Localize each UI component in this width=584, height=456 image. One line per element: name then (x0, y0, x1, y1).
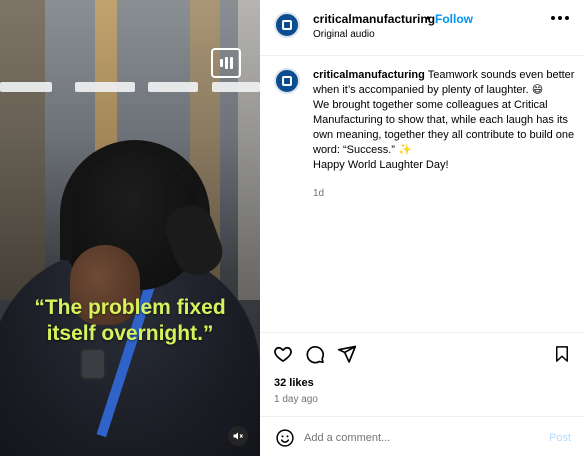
background-pillar (238, 0, 260, 300)
brand-logo-icon (282, 20, 292, 30)
follow-button[interactable]: Follow (435, 12, 473, 26)
ceiling-light (75, 82, 135, 92)
wrist-watch (80, 348, 106, 380)
comment-button[interactable] (303, 342, 327, 366)
caption-line: “The problem fixed (34, 296, 226, 319)
post-header: criticalmanufacturing • Follow Original … (260, 0, 584, 56)
caption-username[interactable]: criticalmanufacturing (313, 69, 425, 81)
background-pillar (0, 0, 45, 300)
heart-icon (274, 346, 292, 362)
avatar[interactable] (274, 68, 300, 94)
reel-video[interactable]: “The problem fixed itself overnight.” (0, 0, 260, 456)
like-button[interactable] (271, 342, 295, 366)
caption-text: We brought together some colleagues at C… (313, 99, 575, 156)
bookmark-icon (556, 346, 568, 362)
header-username[interactable]: criticalmanufacturing (313, 12, 435, 26)
divider (260, 416, 584, 417)
brand-logo-icon (282, 76, 292, 86)
more-options-icon[interactable] (551, 16, 569, 20)
save-button[interactable] (550, 342, 574, 366)
caption-body: criticalmanufacturing Teamwork sounds ev… (313, 68, 575, 173)
caption-line: itself overnight.” (46, 322, 214, 345)
divider (260, 332, 584, 333)
share-icon (337, 345, 357, 363)
post-date[interactable]: 1 day ago (274, 394, 318, 405)
share-button[interactable] (335, 342, 359, 366)
like-count[interactable]: 32 likes (274, 377, 314, 389)
audio-link[interactable]: Original audio (313, 29, 375, 40)
ceiling-light (0, 82, 52, 92)
comment-icon (306, 345, 324, 364)
caption-timestamp[interactable]: 1d (313, 188, 324, 199)
action-bar (260, 342, 584, 368)
header-separator: • (426, 11, 431, 25)
add-comment-input[interactable] (304, 428, 534, 448)
post-comment-button[interactable]: Post (549, 432, 571, 444)
emoji-icon (276, 429, 294, 447)
muted-speaker-icon (233, 432, 243, 440)
emoji-button[interactable] (274, 427, 296, 449)
reels-icon (211, 48, 241, 78)
mute-button[interactable] (228, 426, 248, 446)
video-caption: “The problem fixed itself overnight.” (0, 295, 260, 347)
avatar[interactable] (274, 12, 300, 38)
ceiling-light (212, 82, 260, 92)
caption-text: Happy World Laughter Day! (313, 159, 449, 171)
ceiling-light (148, 82, 198, 92)
post-panel: criticalmanufacturing • Follow Original … (260, 0, 584, 456)
